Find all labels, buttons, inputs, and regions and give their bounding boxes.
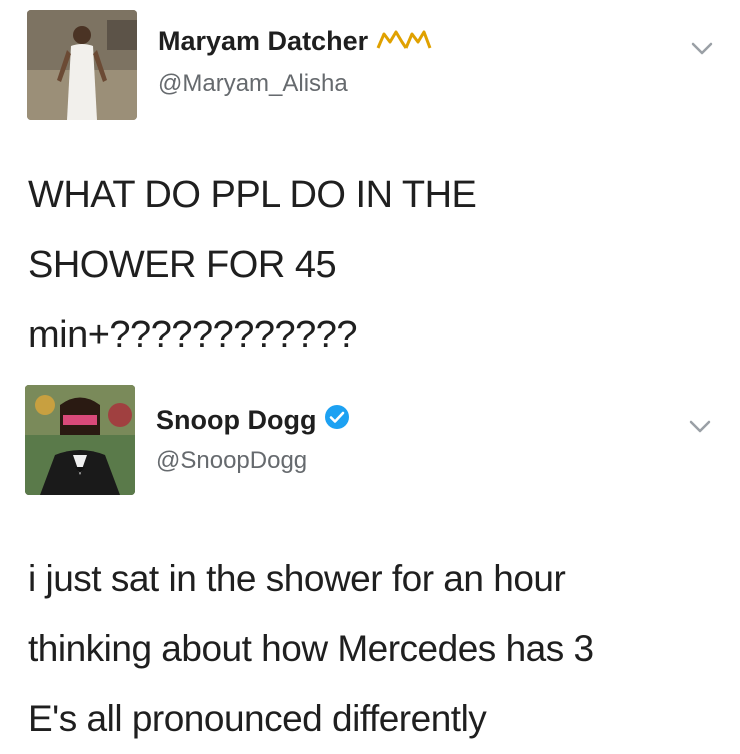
chevron-down-icon[interactable]: [686, 416, 714, 438]
avatar[interactable]: [27, 10, 137, 120]
display-name-row[interactable]: Maryam Datcher: [158, 26, 432, 57]
tweet-text: WHAT DO PPL DO IN THE SHOWER FOR 45 min+…: [28, 160, 718, 370]
tweet-text-line: min+????????????: [28, 314, 358, 356]
verified-badge-icon: [324, 404, 350, 437]
tweet-text-line: i just sat in the shower for an hour: [28, 558, 566, 599]
handle[interactable]: @Maryam_Alisha: [158, 70, 348, 98]
tweet-text: i just sat in the shower for an hour thi…: [28, 544, 718, 754]
display-name-row[interactable]: Snoop Dogg: [156, 404, 350, 437]
tweet-text-line: E's all pronounced differently: [28, 698, 487, 739]
tweet-text-line: WHAT DO PPL DO IN THE: [28, 174, 477, 216]
tweet-text-line: thinking about how Mercedes has 3: [28, 628, 594, 669]
handle[interactable]: @SnoopDogg: [156, 447, 307, 475]
tweet-maryam: Maryam Datcher @Maryam_Alisha WHAT DO PP…: [0, 0, 740, 372]
tweet-text-line: SHOWER FOR 45: [28, 244, 337, 286]
display-name[interactable]: Maryam Datcher: [158, 26, 368, 57]
chevron-down-icon[interactable]: [688, 38, 716, 60]
crown-icon: [376, 26, 432, 57]
avatar[interactable]: [25, 385, 135, 495]
tweet-snoop: Snoop Dogg @SnoopDogg i just sat in the …: [0, 372, 740, 745]
display-name[interactable]: Snoop Dogg: [156, 405, 316, 436]
